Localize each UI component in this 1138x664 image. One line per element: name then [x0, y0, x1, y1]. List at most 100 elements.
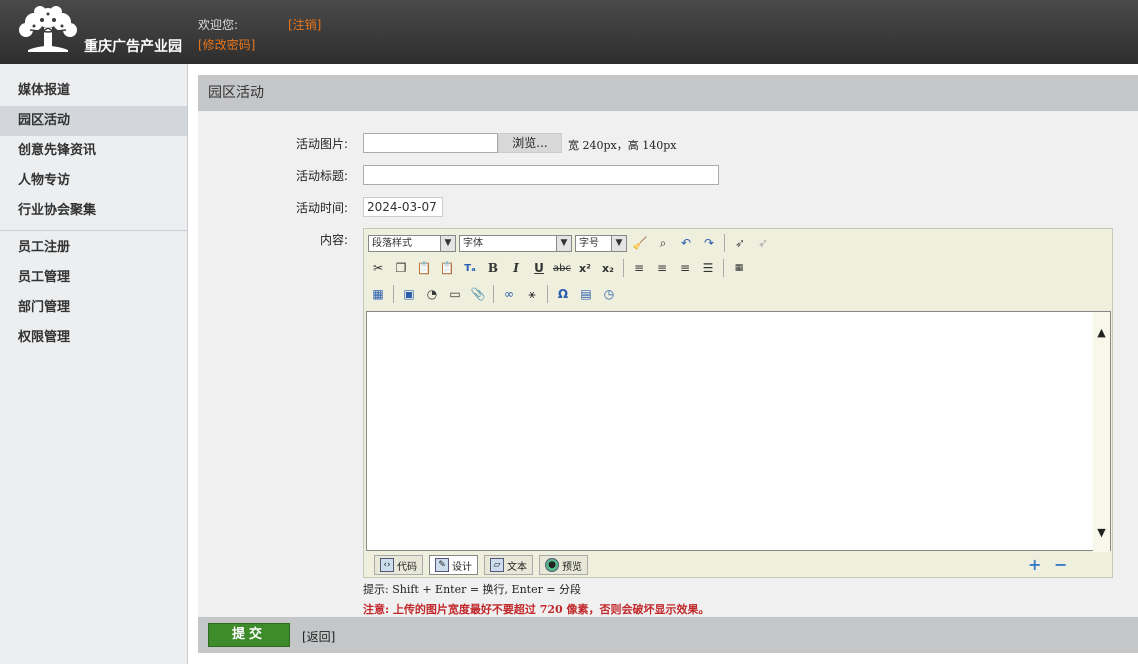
main-panel: 园区活动 活动图片: 浏览... 宽 240px，高 140px 活动标题: 活…: [198, 75, 1138, 664]
select-all-icon[interactable]: ➶: [753, 233, 773, 253]
cut-icon[interactable]: ✂: [368, 258, 388, 278]
paragraph-style-value: 段落样式: [372, 237, 412, 249]
rich-text-editor: 段落样式 ▼ 字体 ▼ 字号 ▼ 🧹 ⌕ ↶ ↷ ➶ ➶ ✂ ❐ 📋 📋 Tₐ …: [363, 228, 1113, 578]
strikethrough-icon[interactable]: abc: [552, 258, 572, 278]
subscript-icon[interactable]: x₂: [598, 258, 618, 278]
toolbar-separator: [547, 285, 548, 303]
mode-text-button[interactable]: ▱ 文本: [484, 555, 533, 575]
title-input[interactable]: [363, 165, 719, 185]
logo-text: 重庆广告产业园: [84, 39, 182, 55]
page-title: 园区活动: [198, 75, 1138, 111]
editor-mode-bar: ‹› 代码 ✎ 设计 ▱ 文本 ● 预览: [374, 555, 588, 575]
toolbar-separator: [623, 259, 624, 277]
image-file-input[interactable]: [363, 133, 498, 153]
image-width-warning: 注意: 上传的图片宽度最好不要超过 720 像素，否则会破坏显示效果。: [363, 603, 710, 616]
mode-preview-button[interactable]: ● 预览: [539, 555, 588, 575]
globe-icon: ●: [545, 558, 559, 572]
clean-format-icon[interactable]: 🧹: [630, 233, 650, 253]
scroll-up-icon[interactable]: ▲: [1095, 326, 1108, 340]
mode-code-button[interactable]: ‹› 代码: [374, 555, 423, 575]
sidebar-item-staff-manage[interactable]: 员工管理: [0, 263, 187, 293]
sidebar-item-media[interactable]: 媒体报道: [0, 76, 187, 106]
mode-code-label: 代码: [397, 561, 417, 573]
paste-icon[interactable]: 📋: [414, 258, 434, 278]
special-char-icon[interactable]: Ω: [553, 284, 573, 304]
text-icon: ▱: [490, 558, 504, 572]
sidebar-item-creative-news[interactable]: 创意先锋资讯: [0, 136, 187, 166]
toolbar-separator: [724, 234, 725, 252]
undo-icon[interactable]: ↶: [676, 233, 696, 253]
select-cursor-icon[interactable]: ➶: [730, 233, 750, 253]
chevron-down-icon: ▼: [556, 235, 571, 251]
copy-icon[interactable]: ❐: [391, 258, 411, 278]
change-password-link[interactable]: [修改密码]: [198, 36, 255, 53]
table-icon[interactable]: ▦: [368, 284, 388, 304]
back-link[interactable]: [返回]: [302, 628, 335, 645]
media-icon[interactable]: ▭: [445, 284, 465, 304]
font-size-value: 字号: [579, 237, 599, 249]
browse-button[interactable]: 浏览...: [498, 133, 562, 153]
toolbar-separator: [393, 285, 394, 303]
bold-icon[interactable]: B: [483, 258, 503, 278]
sidebar-item-department-manage[interactable]: 部门管理: [0, 293, 187, 323]
image-label: 活动图片:: [295, 137, 348, 151]
title-label: 活动标题:: [295, 169, 348, 183]
code-icon: ‹›: [380, 558, 394, 572]
mode-text-label: 文本: [507, 561, 527, 573]
welcome-text: 欢迎您:: [198, 18, 239, 32]
underline-icon[interactable]: U: [529, 258, 549, 278]
editor-toolbar-row-3: ▦ ▣ ◔ ▭ 📎 ∞ ⚹ Ω ▤ ◷: [368, 282, 619, 306]
sidebar-group-content: 媒体报道 园区活动 创意先锋资讯 人物专访 行业协会聚集: [0, 64, 187, 231]
justify-icon[interactable]: ☰: [698, 258, 718, 278]
chevron-down-icon: ▼: [440, 235, 455, 251]
date-input[interactable]: 2024-03-07: [363, 197, 443, 217]
image-icon[interactable]: ▣: [399, 284, 419, 304]
editor-toolbar-row-1: 段落样式 ▼ 字体 ▼ 字号 ▼ 🧹 ⌕ ↶ ↷ ➶ ➶: [368, 231, 773, 255]
align-right-icon[interactable]: ≡: [675, 258, 695, 278]
align-center-icon[interactable]: ≡: [652, 258, 672, 278]
date-insert-icon[interactable]: ▤: [576, 284, 596, 304]
text-color-icon[interactable]: Tₐ: [460, 258, 480, 278]
top-header: 重庆广告产业园 欢迎您: [注销] [修改密码]: [0, 0, 1138, 64]
editor-content-area[interactable]: ▲ ▼: [366, 311, 1111, 552]
mode-design-button[interactable]: ✎ 设计: [429, 555, 478, 575]
time-insert-icon[interactable]: ◷: [599, 284, 619, 304]
paste-text-icon[interactable]: 📋: [437, 258, 457, 278]
design-icon: ✎: [435, 558, 449, 572]
editor-hint: 提示: Shift + Enter = 换行, Enter = 分段: [363, 583, 582, 596]
font-family-select[interactable]: 字体 ▼: [459, 234, 572, 252]
content-label: 内容:: [319, 233, 348, 247]
sidebar: 媒体报道 园区活动 创意先锋资讯 人物专访 行业协会聚集 员工注册 员工管理 部…: [0, 64, 188, 664]
expand-editor-icon[interactable]: +: [1028, 557, 1041, 573]
toolbar-separator: [723, 259, 724, 277]
form-footer: 提交 [返回]: [198, 617, 1138, 653]
special-format-icon[interactable]: ▦: [729, 258, 749, 278]
flash-icon[interactable]: ◔: [422, 284, 442, 304]
chevron-down-icon: ▼: [611, 235, 626, 251]
submit-button[interactable]: 提交: [208, 623, 290, 647]
toolbar-separator: [493, 285, 494, 303]
superscript-icon[interactable]: x²: [575, 258, 595, 278]
paragraph-style-select[interactable]: 段落样式 ▼: [368, 234, 456, 252]
find-icon[interactable]: ⌕: [653, 233, 673, 253]
editor-toolbar-row-2: ✂ ❐ 📋 📋 Tₐ B I U abc x² x₂ ≡ ≡ ≡ ☰ ▦: [368, 256, 749, 280]
sidebar-item-permission-manage[interactable]: 权限管理: [0, 323, 187, 353]
scroll-down-icon[interactable]: ▼: [1095, 526, 1108, 540]
shrink-editor-icon[interactable]: −: [1054, 557, 1067, 573]
font-size-select[interactable]: 字号 ▼: [575, 234, 627, 252]
link-icon[interactable]: ∞: [499, 284, 519, 304]
sidebar-item-interviews[interactable]: 人物专访: [0, 166, 187, 196]
sidebar-group-admin: 员工注册 员工管理 部门管理 权限管理: [0, 231, 187, 357]
attachment-icon[interactable]: 📎: [468, 284, 488, 304]
sidebar-item-park-activity[interactable]: 园区活动: [0, 106, 187, 136]
unlink-icon[interactable]: ⚹: [522, 284, 542, 304]
sidebar-item-associations[interactable]: 行业协会聚集: [0, 196, 187, 226]
mode-design-label: 设计: [452, 561, 472, 573]
align-left-icon[interactable]: ≡: [629, 258, 649, 278]
sidebar-item-staff-register[interactable]: 员工注册: [0, 233, 187, 263]
italic-icon[interactable]: I: [506, 258, 526, 278]
activity-form: 活动图片: 浏览... 宽 240px，高 140px 活动标题: 活动时间: …: [198, 111, 1138, 617]
editor-scrollbar[interactable]: ▲ ▼: [1093, 312, 1110, 552]
logout-link[interactable]: [注销]: [288, 16, 321, 33]
redo-icon[interactable]: ↷: [699, 233, 719, 253]
